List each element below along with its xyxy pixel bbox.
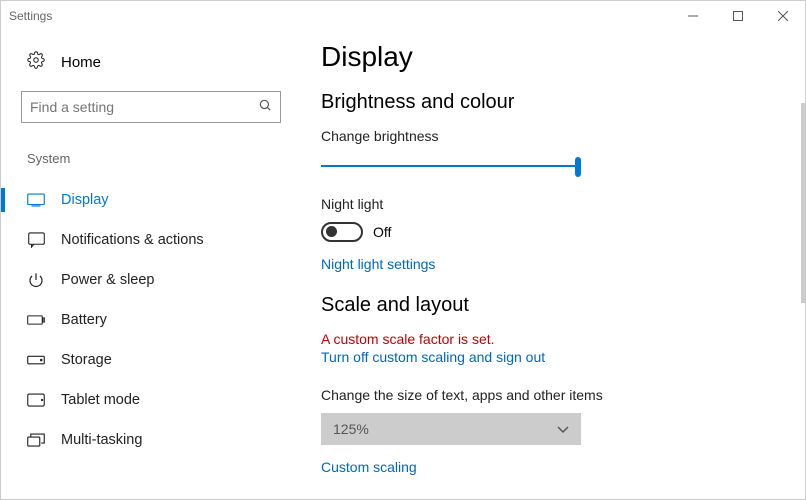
title-bar: Settings: [1, 1, 805, 31]
nav-label: Multi-tasking: [61, 432, 142, 448]
nav-label: Battery: [61, 312, 107, 328]
nav-label: Tablet mode: [61, 392, 140, 408]
notifications-icon: [27, 232, 45, 248]
maximize-button[interactable]: [715, 1, 760, 31]
home-label: Home: [61, 54, 101, 71]
sidebar-item-storage[interactable]: Storage: [21, 340, 281, 380]
search-input[interactable]: [30, 99, 258, 115]
sidebar-item-power[interactable]: Power & sleep: [21, 260, 281, 300]
custom-scaling-link[interactable]: Custom scaling: [321, 459, 417, 475]
close-button[interactable]: [760, 1, 805, 31]
search-box[interactable]: [21, 91, 281, 123]
turn-off-scaling-link[interactable]: Turn off custom scaling and sign out: [321, 349, 545, 365]
nav-label: Power & sleep: [61, 272, 155, 288]
power-icon: [27, 272, 45, 288]
nav-label: Display: [61, 192, 109, 208]
slider-track: [321, 165, 581, 167]
text-size-label: Change the size of text, apps and other …: [321, 387, 775, 403]
toggle-knob: [326, 226, 337, 237]
sidebar-item-notifications[interactable]: Notifications & actions: [21, 220, 281, 260]
night-light-settings-link[interactable]: Night light settings: [321, 256, 435, 272]
main-panel: Display Brightness and colour Change bri…: [301, 31, 805, 499]
window-title: Settings: [9, 9, 52, 23]
gear-icon: [27, 51, 45, 73]
sidebar-item-battery[interactable]: Battery: [21, 300, 281, 340]
custom-scale-warning: A custom scale factor is set.: [321, 331, 775, 347]
night-light-state: Off: [373, 224, 391, 240]
night-light-label: Night light: [321, 196, 775, 212]
sidebar: Home System Display Notifications & acti…: [1, 31, 301, 499]
section-scale-heading: Scale and layout: [321, 294, 775, 317]
sidebar-item-multitasking[interactable]: Multi-tasking: [21, 420, 281, 460]
sidebar-item-display[interactable]: Display: [21, 180, 281, 220]
storage-icon: [27, 355, 45, 365]
minimize-button[interactable]: [670, 1, 715, 31]
multitasking-icon: [27, 433, 45, 447]
sidebar-item-tablet[interactable]: Tablet mode: [21, 380, 281, 420]
scrollbar[interactable]: [801, 103, 805, 303]
page-title: Display: [321, 41, 775, 73]
search-icon: [258, 98, 272, 117]
slider-thumb[interactable]: [575, 157, 581, 177]
text-size-dropdown[interactable]: 125%: [321, 413, 581, 445]
display-icon: [27, 193, 45, 207]
nav-label: Storage: [61, 352, 112, 368]
battery-icon: [27, 314, 45, 326]
brightness-slider[interactable]: [321, 154, 581, 178]
brightness-label: Change brightness: [321, 128, 775, 144]
night-light-toggle[interactable]: [321, 222, 363, 242]
nav-label: Notifications & actions: [61, 232, 204, 248]
chevron-down-icon: [557, 421, 569, 437]
sidebar-group-label: System: [21, 151, 281, 166]
section-brightness-heading: Brightness and colour: [321, 91, 775, 114]
home-button[interactable]: Home: [21, 41, 281, 91]
tablet-icon: [27, 393, 45, 407]
dropdown-value: 125%: [333, 421, 369, 437]
